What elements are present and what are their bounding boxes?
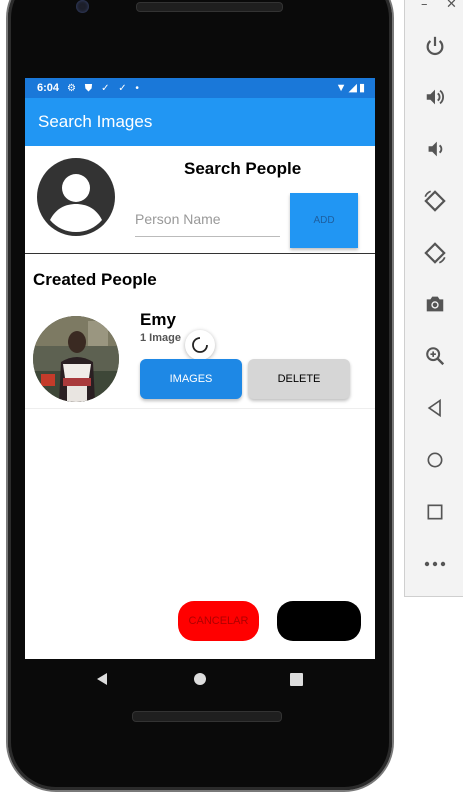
bottom-speaker xyxy=(132,711,282,722)
window-controls: – ✕ xyxy=(405,0,463,14)
screenshot-button[interactable] xyxy=(419,288,451,320)
android-nav-bar xyxy=(25,659,375,699)
front-camera xyxy=(76,0,89,13)
gear-icon: ⚙ xyxy=(67,82,79,94)
side-home-button[interactable] xyxy=(419,444,451,476)
camera-icon xyxy=(426,296,444,312)
download-check-icon: ✓ xyxy=(101,82,113,94)
side-back-button[interactable] xyxy=(419,392,451,424)
shield-icon: ⛊ xyxy=(84,82,96,94)
side-overview-button[interactable] xyxy=(419,496,451,528)
recents-icon xyxy=(289,672,303,686)
zoom-button[interactable] xyxy=(419,340,451,372)
status-time: 6:04 xyxy=(37,82,60,94)
app-bar: Search Images xyxy=(25,98,375,146)
person-name-input[interactable] xyxy=(135,202,280,237)
back-icon xyxy=(427,398,441,418)
loading-spinner-icon xyxy=(185,330,215,360)
battery-icon: ▮ xyxy=(358,82,367,94)
nav-back-button[interactable] xyxy=(92,669,112,689)
status-right-icons: ▼◢▮ xyxy=(336,81,367,94)
more-icon xyxy=(424,561,446,567)
power-icon xyxy=(426,36,444,56)
back-icon xyxy=(97,673,107,685)
search-people-title: Search People xyxy=(184,159,302,178)
wifi-icon: ▼ xyxy=(335,82,349,94)
rotate-left-button[interactable] xyxy=(419,185,451,217)
power-button[interactable] xyxy=(419,30,451,62)
images-button[interactable]: IMAGES xyxy=(140,359,242,399)
download-check-icon: ✓ xyxy=(118,82,130,94)
rotate-right-icon xyxy=(424,242,446,264)
volume-up-icon xyxy=(426,89,444,105)
person-name: Emy xyxy=(140,310,176,329)
person-image-count: 1 Image xyxy=(140,332,181,344)
person-photo xyxy=(33,316,119,402)
volume-down-icon xyxy=(428,141,443,157)
black-action-button[interactable] xyxy=(277,601,361,641)
volume-down-button[interactable] xyxy=(419,133,451,165)
phone-screen: 6:04 ⚙ ⛊ ✓ ✓ • ▼◢▮ Search Images Search … xyxy=(25,78,375,659)
person-photo-image xyxy=(33,316,119,402)
rotate-left-icon xyxy=(424,190,446,212)
close-window-button[interactable]: ✕ xyxy=(446,0,457,12)
created-people-title: Created People xyxy=(33,270,157,289)
search-section: Search People ADD xyxy=(25,146,375,254)
person-avatar-icon[interactable] xyxy=(37,158,115,236)
home-icon xyxy=(427,452,443,468)
status-left-icons: ⚙ ⛊ ✓ ✓ • xyxy=(67,83,142,94)
person-silhouette-icon xyxy=(50,174,102,232)
zoom-icon xyxy=(426,347,445,366)
rotate-right-button[interactable] xyxy=(419,237,451,269)
overview-icon xyxy=(427,504,443,520)
nav-home-button[interactable] xyxy=(190,669,210,689)
minimize-button[interactable]: – xyxy=(421,0,428,12)
home-icon xyxy=(194,673,206,685)
list-item: Emy 1 Image IMAGES DELETE xyxy=(25,306,375,409)
dot-icon: • xyxy=(135,82,142,94)
nav-recents-button[interactable] xyxy=(286,669,306,689)
app-title: Search Images xyxy=(38,112,153,131)
more-button[interactable] xyxy=(419,548,451,580)
emulator-side-panel: – ✕ xyxy=(404,0,463,597)
signal-icon: ◢ xyxy=(348,82,359,94)
top-speaker xyxy=(136,2,283,12)
status-bar: 6:04 ⚙ ⛊ ✓ ✓ • ▼◢▮ xyxy=(25,78,375,98)
delete-button[interactable]: DELETE xyxy=(248,359,350,399)
add-button[interactable]: ADD xyxy=(290,193,358,248)
cancel-button[interactable]: CANCELAR xyxy=(178,601,259,641)
volume-up-button[interactable] xyxy=(419,81,451,113)
